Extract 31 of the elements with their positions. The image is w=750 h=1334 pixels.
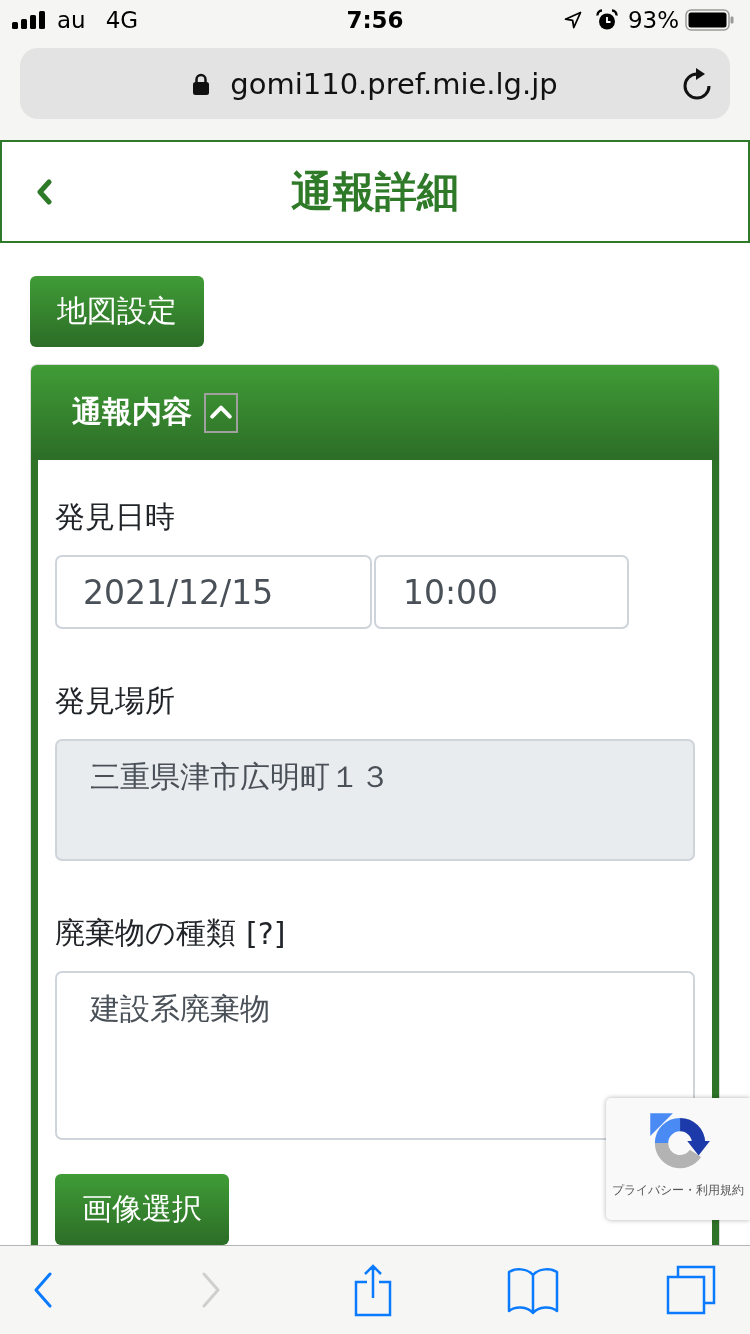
alarm-clock-icon [595, 9, 618, 31]
privacy-terms-link[interactable]: プライバシー・利用規約 [612, 1182, 744, 1199]
time-field[interactable]: 10:00 [374, 555, 629, 629]
carrier-name: au [57, 7, 86, 33]
map-settings-button[interactable]: 地図設定 [30, 276, 204, 347]
open-book-icon[interactable] [507, 1265, 559, 1315]
reload-icon[interactable] [682, 66, 712, 101]
share-icon[interactable] [354, 1263, 392, 1317]
network-type: 4G [105, 7, 139, 33]
location-arrow-icon [563, 11, 582, 29]
url-text: gomi110.pref.mie.lg.jp [230, 66, 558, 101]
chevron-left-icon[interactable] [35, 178, 53, 205]
field-label: 廃棄物の種類 [55, 913, 236, 952]
text-area-field[interactable]: 建設系廃棄物 [55, 971, 695, 1140]
field-label: 発見場所 [55, 681, 175, 720]
address-bar[interactable]: gomi110.pref.mie.lg.jp [20, 48, 730, 119]
battery-percent: 93% [627, 7, 679, 33]
signal-icon [12, 11, 45, 29]
two-squares-icon[interactable] [666, 1265, 716, 1315]
lock-icon [192, 71, 211, 96]
status-time: 7:56 [346, 7, 404, 33]
page-title: 通報詳細 [291, 165, 459, 218]
date-field[interactable]: 2021/12/15 [55, 555, 372, 629]
chevron-left-icon[interactable] [33, 1272, 53, 1308]
image-select-button[interactable]: 画像選択 [55, 1174, 229, 1245]
help-link[interactable]: [?] [246, 915, 286, 951]
panel-title: 通報内容 [72, 393, 192, 431]
collapse-toggle-button[interactable] [204, 392, 238, 433]
field-label: 発見日時 [55, 497, 175, 536]
text-area-field: 三重県津市広明町１３ [55, 739, 695, 861]
battery-icon [685, 9, 735, 31]
